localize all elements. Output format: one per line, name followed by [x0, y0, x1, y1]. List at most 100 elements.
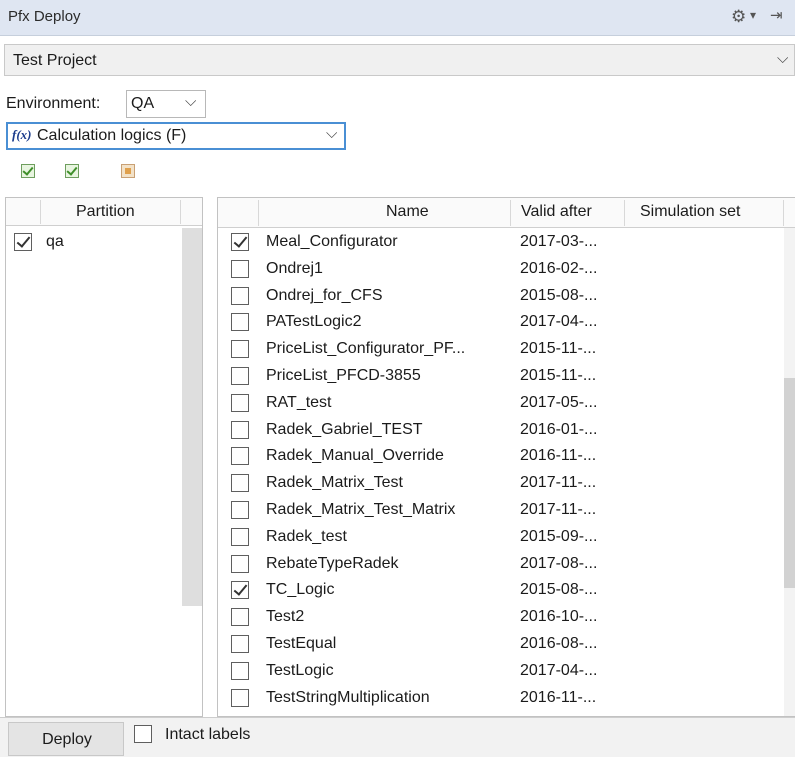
logic-name-cell: PATestLogic2 [266, 313, 362, 331]
table-row[interactable]: TestStringMultiplication 2016-11-... [218, 686, 778, 712]
valid-after-cell: 2015-08-... [520, 581, 598, 599]
logic-scrollbar-thumb[interactable] [784, 378, 795, 588]
table-row[interactable]: TC_Logic 2015-08-... [218, 578, 778, 604]
logic-row-checkbox[interactable] [231, 608, 249, 627]
column-divider[interactable] [40, 200, 41, 224]
table-row[interactable]: Radek_Manual_Override 2016-11-... [218, 444, 778, 470]
logic-row-checkbox[interactable] [231, 474, 249, 493]
logic-row-checkbox[interactable] [231, 527, 249, 546]
footer-bar: Deploy Intact labels [0, 717, 795, 757]
column-divider[interactable] [510, 200, 511, 226]
deploy-button[interactable]: Deploy [8, 722, 124, 756]
chevron-down-icon[interactable]: ▾ [750, 8, 756, 22]
partition-row[interactable]: qa [6, 231, 176, 255]
logic-name-cell: Radek_Manual_Override [266, 447, 444, 465]
gear-icon[interactable]: ⚙ [731, 7, 746, 27]
logic-row-checkbox[interactable] [231, 233, 249, 251]
column-divider[interactable] [180, 200, 181, 224]
partition-column-header[interactable]: Partition [76, 203, 135, 221]
logic-type-select[interactable]: f(x) Calculation logics (F) ⌵ [6, 122, 346, 150]
logic-row-checkbox[interactable] [231, 286, 249, 305]
logic-name-cell: Test2 [266, 608, 305, 626]
logic-name-cell: Ondrej1 [266, 259, 323, 277]
deploy-button-label: Deploy [42, 731, 92, 748]
logic-row-checkbox[interactable] [231, 581, 249, 600]
logic-name-cell: RebateTypeRadek [266, 554, 399, 572]
logic-row-checkbox[interactable] [231, 501, 249, 519]
table-row[interactable]: Ondrej1 2016-02-... [218, 257, 778, 283]
partition-scrollbar[interactable] [182, 228, 202, 606]
valid-after-cell: 2017-11-... [520, 474, 597, 492]
logic-row-checkbox[interactable] [231, 313, 249, 332]
chevron-down-icon: ⌵ [326, 125, 338, 142]
logic-row-checkbox[interactable] [231, 367, 249, 385]
table-row[interactable]: Ondrej_for_CFS 2015-08-... [218, 284, 778, 310]
table-row[interactable]: Radek_Gabriel_TEST 2016-01-... [218, 418, 778, 444]
logic-name-cell: RAT_test [266, 393, 332, 411]
partition-checkbox[interactable] [14, 233, 32, 251]
environment-select[interactable]: QA ⌵ [126, 90, 206, 118]
valid-after-cell: 2017-08-... [520, 554, 598, 572]
table-row[interactable]: Radek_test 2015-09-... [218, 525, 778, 551]
pin-icon[interactable]: ⇥ [770, 6, 783, 24]
logic-row-checkbox[interactable] [231, 393, 249, 412]
valid-after-cell: 2017-05-... [520, 393, 598, 411]
environment-label: Environment: [6, 95, 101, 112]
deselect-all-icon [121, 164, 135, 178]
environment-select-value: QA [131, 95, 155, 112]
function-icon: f(x) [12, 127, 32, 142]
logic-name-cell: Radek_Matrix_Test_Matrix [266, 501, 456, 518]
column-divider[interactable] [624, 200, 625, 226]
valid-after-cell: 2015-11-... [520, 340, 597, 358]
table-row[interactable]: RAT_test 2017-05-... [218, 391, 778, 417]
table-row[interactable]: Radek_Matrix_Test_Matrix 2017-11-... [218, 498, 778, 524]
table-row[interactable]: TestEqual 2016-08-... [218, 632, 778, 658]
simulation-set-column-header[interactable]: Simulation set [640, 203, 741, 221]
table-row[interactable]: PriceList_PFCD-3855 2015-11-... [218, 364, 778, 390]
project-select[interactable]: Test Project ⌵ [4, 44, 795, 76]
logic-name-cell: TestLogic [266, 661, 334, 679]
project-select-value: Test Project [13, 52, 97, 69]
select-visible-icon [65, 164, 79, 178]
intact-labels-label: Intact labels [165, 726, 251, 743]
table-row[interactable]: Meal_Configurator 2017-03-... [218, 230, 778, 256]
partition-list: Partition qa [5, 197, 203, 717]
logic-name-cell: PriceList_PFCD-3855 [266, 367, 421, 384]
logic-name-cell: TC_Logic [266, 581, 335, 599]
logic-row-checkbox[interactable] [231, 340, 249, 359]
table-row[interactable]: Radek_Matrix_Test 2017-11-... [218, 471, 778, 497]
valid-after-column-header[interactable]: Valid after [521, 203, 592, 221]
intact-labels-checkbox[interactable] [134, 725, 152, 743]
deselect-all-button[interactable] [116, 159, 140, 183]
logic-row-checkbox[interactable] [231, 661, 249, 680]
logic-table-header: Name Valid after Simulation set [218, 198, 795, 228]
name-column-header[interactable]: Name [386, 203, 429, 221]
logic-row-checkbox[interactable] [231, 259, 249, 278]
window-title: Pfx Deploy [8, 8, 81, 25]
partition-name: qa [46, 233, 64, 250]
logic-name-cell: Ondrej_for_CFS [266, 286, 383, 304]
chevron-down-icon: ⌵ [185, 93, 197, 110]
logic-name-cell: Radek_test [266, 527, 347, 545]
logic-type-select-value: Calculation logics (F) [37, 127, 187, 144]
valid-after-cell: 2016-10-... [520, 608, 598, 626]
select-all-button[interactable] [16, 159, 40, 183]
table-row[interactable]: TestLogic 2017-04-... [218, 659, 778, 685]
logic-name-cell: TestStringMultiplication [266, 688, 430, 706]
table-row[interactable]: PriceList_Configurator_PF... 2015-11-... [218, 337, 778, 363]
column-divider[interactable] [783, 200, 784, 226]
select-visible-button[interactable] [60, 159, 84, 183]
logic-row-checkbox[interactable] [231, 447, 249, 466]
valid-after-cell: 2016-02-... [520, 259, 598, 277]
logic-row-checkbox[interactable] [231, 420, 249, 439]
column-divider[interactable] [258, 200, 259, 226]
logic-name-cell: Radek_Matrix_Test [266, 474, 403, 492]
valid-after-cell: 2017-11-... [520, 501, 597, 518]
valid-after-cell: 2017-04-... [520, 661, 598, 679]
logic-row-checkbox[interactable] [231, 635, 249, 653]
logic-row-checkbox[interactable] [231, 688, 249, 707]
table-row[interactable]: RebateTypeRadek 2017-08-... [218, 552, 778, 578]
logic-row-checkbox[interactable] [231, 554, 249, 573]
table-row[interactable]: Test2 2016-10-... [218, 605, 778, 631]
table-row[interactable]: PATestLogic2 2017-04-... [218, 310, 778, 336]
